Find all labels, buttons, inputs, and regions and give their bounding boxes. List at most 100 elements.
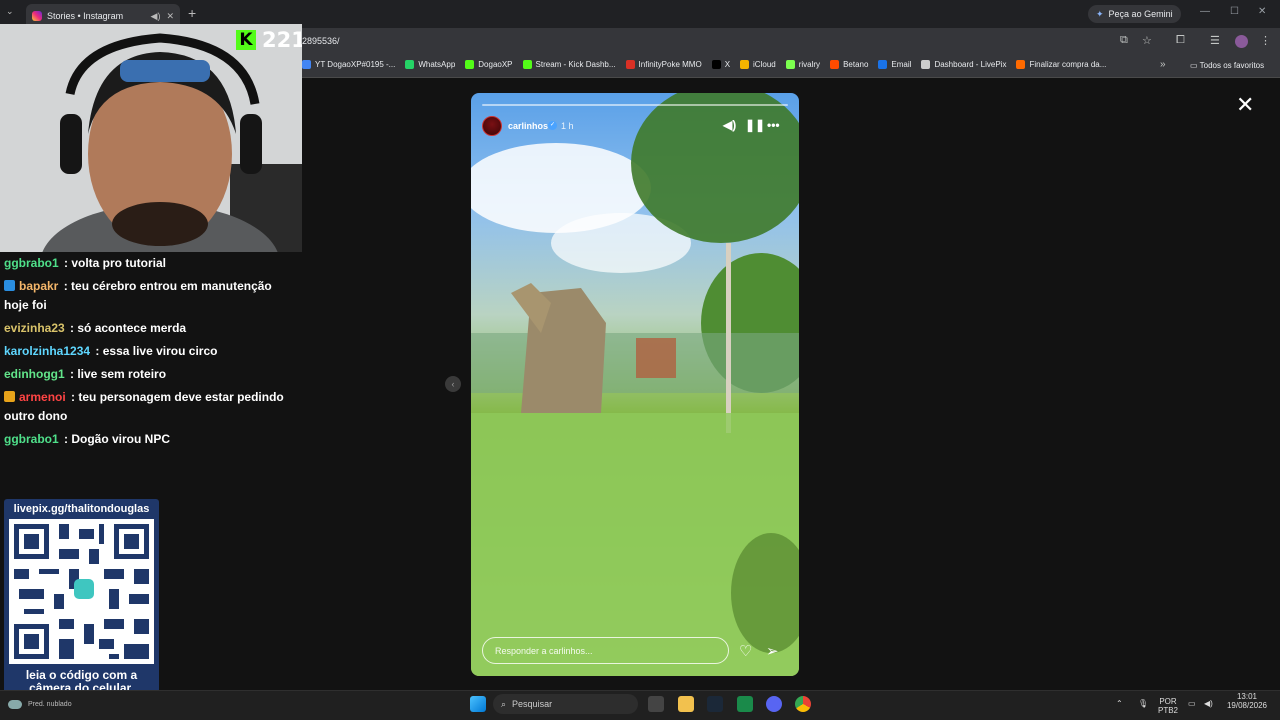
discord-icon[interactable]: [766, 696, 782, 712]
network-icon[interactable]: ▭: [1188, 699, 1196, 708]
chat-separator: :: [60, 256, 72, 270]
bookmark-star-icon[interactable]: ☆: [1142, 34, 1152, 47]
bookmark-favicon-icon: [465, 60, 475, 69]
bookmark-item[interactable]: Finalizar compra da...: [1016, 60, 1106, 69]
story-media[interactable]: [471, 93, 799, 676]
ask-gemini-button[interactable]: ✦ Peça ao Gemini: [1088, 5, 1181, 23]
reply-input[interactable]: Responder a carlinhos...: [482, 637, 729, 664]
extensions-icon[interactable]: ⧠: [1176, 34, 1185, 47]
file-explorer-icon[interactable]: [678, 696, 694, 712]
bookmark-item[interactable]: InfinityPoke MMO: [625, 60, 702, 69]
more-bookmarks-icon[interactable]: »: [1160, 59, 1166, 70]
bookmark-favicon-icon: [878, 60, 888, 69]
tab-search-icon[interactable]: ⌄: [6, 6, 14, 17]
chat-username: armenoi: [19, 390, 66, 404]
maximize-icon[interactable]: ☐: [1230, 6, 1239, 17]
chat-message: edinhogg1 : live sem roteiro: [0, 363, 300, 386]
microphone-icon[interactable]: 🎙: [1138, 699, 1148, 708]
chat-username: ggbrabo1: [4, 256, 59, 270]
bookmark-favicon-icon: [522, 60, 532, 69]
bookmark-item[interactable]: iCloud: [740, 60, 776, 69]
bookmark-item[interactable]: Dashboard - LivePix: [921, 60, 1006, 69]
bookmark-label: X: [724, 60, 731, 69]
steam-icon[interactable]: [707, 696, 723, 712]
close-window-icon[interactable]: ✕: [1258, 6, 1266, 17]
bookmark-label: YT DogaoXP#0195 -...: [315, 60, 396, 69]
new-tab-button[interactable]: +: [188, 5, 196, 21]
all-favorites-folder[interactable]: ▭ Todos os favoritos: [1190, 61, 1264, 70]
viewer-count: 221: [262, 28, 302, 52]
bookmark-item[interactable]: X: [711, 60, 731, 69]
chat-username: karolzinha1234: [4, 344, 91, 358]
bookmark-item[interactable]: YT DogaoXP#0195 -...: [302, 60, 395, 69]
bookmark-item[interactable]: rivalry: [785, 60, 821, 69]
chat-username: ggbrabo1: [4, 432, 59, 446]
qr-code-image: [9, 519, 154, 664]
app-icon[interactable]: [737, 696, 753, 712]
livepix-url: livepix.gg/thalitondouglas: [13, 503, 150, 515]
bookmark-label: rivalry: [798, 60, 821, 69]
volume-icon[interactable]: ◀): [723, 118, 736, 132]
pause-icon[interactable]: ❚❚: [745, 118, 765, 132]
language-indicator[interactable]: POR PTB2: [1158, 697, 1178, 715]
bookmark-favicon-icon: [740, 60, 750, 69]
search-placeholder: Pesquisar: [512, 699, 553, 709]
taskbar-search[interactable]: ⌕ Pesquisar: [493, 694, 638, 714]
bookmark-label: Betano: [843, 60, 869, 69]
mute-tab-icon[interactable]: ◀): [151, 11, 161, 22]
like-heart-icon[interactable]: ♡: [739, 642, 752, 660]
kick-logo-icon: K: [236, 30, 256, 50]
bookmark-item[interactable]: Email: [878, 60, 911, 69]
bookmark-item[interactable]: Stream - Kick Dashb...: [522, 60, 616, 69]
share-send-icon[interactable]: ➢: [766, 642, 779, 660]
bookmark-favicon-icon: [785, 60, 795, 69]
bookmarks-list: YT DogaoXP#0195 -... WhatsApp DogaoXP Strea…: [302, 60, 1106, 69]
story-username[interactable]: carlinhos: [508, 121, 548, 131]
url-field[interactable]: 2895536/: [302, 36, 340, 46]
chat-separator: :: [67, 390, 79, 404]
chat-separator: :: [60, 279, 72, 293]
chat-separator: :: [60, 432, 72, 446]
instagram-icon: [32, 11, 42, 21]
clock-date: 19/08/2026: [1226, 701, 1268, 710]
weather-widget[interactable]: Pred. nublado: [8, 700, 72, 709]
bookmark-label: Email: [891, 60, 912, 69]
tray-overflow-icon[interactable]: ⌃: [1116, 699, 1123, 708]
more-options-icon[interactable]: •••: [767, 118, 780, 132]
bookmark-label: Dashboard - LivePix: [934, 60, 1007, 69]
story-timestamp: 1 h: [561, 121, 574, 131]
bookmark-label: Stream - Kick Dashb...: [535, 60, 616, 69]
chrome-icon[interactable]: [795, 696, 811, 712]
bookmark-favicon-icon: [302, 60, 311, 69]
language-code: POR: [1159, 697, 1177, 706]
bookmark-favicon-icon: [921, 60, 931, 69]
gemini-label: Peça ao Gemini: [1108, 9, 1173, 19]
start-windows-icon[interactable]: [470, 696, 486, 712]
previous-story-button[interactable]: ‹: [445, 376, 461, 392]
bookmark-item[interactable]: Betano: [830, 60, 868, 69]
task-view-icon[interactable]: [648, 696, 664, 712]
bookmark-label: InfinityPoke MMO: [638, 60, 702, 69]
install-app-icon[interactable]: ⧉: [1120, 34, 1128, 47]
chat-separator: :: [66, 367, 78, 381]
chat-message: karolzinha1234 : essa live virou circo: [0, 340, 300, 363]
story-author-avatar[interactable]: [482, 116, 502, 136]
browser-menu-icon[interactable]: ⋮: [1260, 34, 1271, 47]
clock[interactable]: 13:01 19/08/2026: [1222, 692, 1272, 710]
close-tab-icon[interactable]: ✕: [166, 11, 174, 22]
cloud-icon: [8, 700, 22, 709]
speaker-icon[interactable]: ◀): [1204, 699, 1213, 708]
close-story-icon[interactable]: ✕: [1236, 92, 1254, 118]
chat-message: ggbrabo1 : Dogão virou NPC: [0, 428, 300, 451]
profile-avatar[interactable]: [1235, 35, 1248, 48]
minimize-icon[interactable]: —: [1200, 6, 1210, 17]
windows-taskbar: [0, 690, 1280, 720]
chat-text: volta pro tutorial: [71, 256, 167, 270]
bookmark-item[interactable]: WhatsApp: [405, 60, 455, 69]
chat-text: essa live virou circo: [102, 344, 218, 358]
chat-separator: :: [66, 321, 78, 335]
reading-list-icon[interactable]: ☰: [1210, 34, 1220, 47]
bookmark-label: iCloud: [753, 60, 776, 69]
bookmark-item[interactable]: DogaoXP: [465, 60, 513, 69]
chat-badge-icon: [4, 280, 15, 291]
